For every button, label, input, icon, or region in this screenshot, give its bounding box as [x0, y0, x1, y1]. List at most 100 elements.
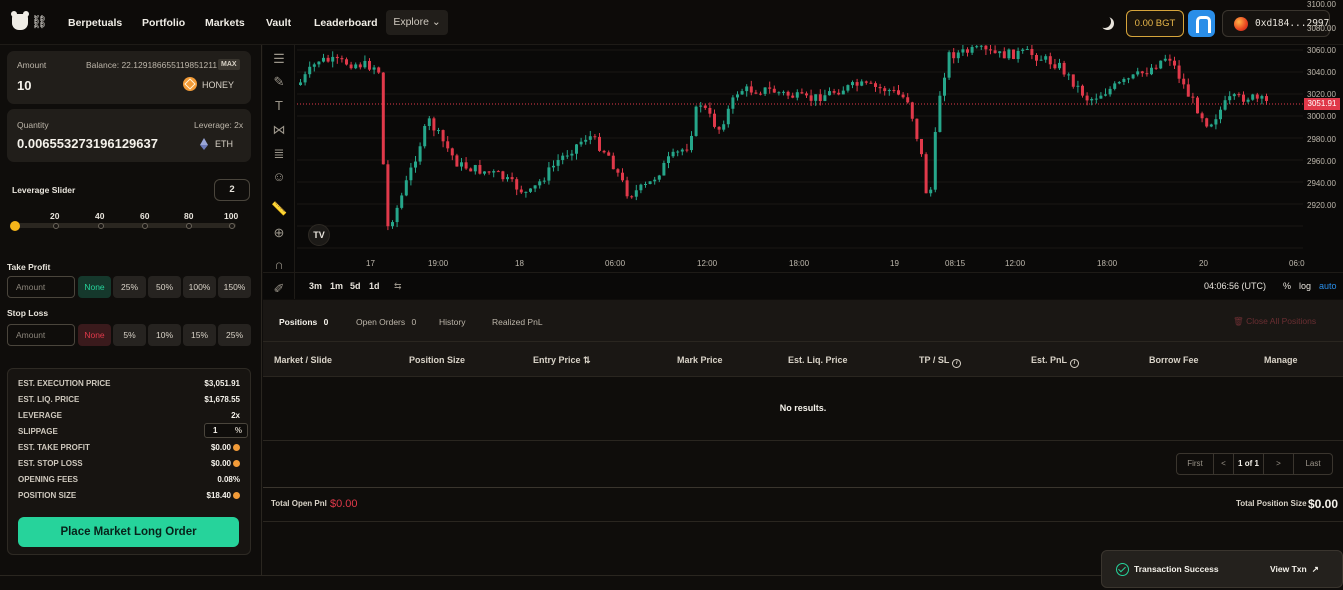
brush-tool-icon[interactable]: ✎ [271, 74, 287, 90]
x-tick: 17 [366, 259, 375, 268]
view-txn-link[interactable]: View Txn ↗ [1270, 564, 1319, 575]
percent-scale-toggle[interactable]: % [1283, 281, 1291, 291]
tp-50-button[interactable]: 50% [148, 276, 181, 298]
fib-tool-icon[interactable]: ≣ [271, 146, 287, 162]
tab-open-orders[interactable]: Open Orders 0 [356, 317, 416, 327]
take-profit-input[interactable]: Amount [7, 276, 75, 298]
take-profit-label: Take Profit [7, 262, 51, 272]
candle-body [446, 141, 450, 149]
tab-positions[interactable]: Positions 0 [279, 317, 328, 327]
tab-realized-pnl[interactable]: Realized PnL [492, 317, 543, 327]
utc-clock[interactable]: 04:06:56 (UTC) [1204, 281, 1266, 291]
pattern-tool-icon[interactable]: ⋈ [271, 122, 287, 138]
candle-body [1209, 124, 1213, 127]
candle-body [1205, 118, 1209, 127]
sl-10-button[interactable]: 10% [148, 324, 181, 346]
ruler-tool-icon[interactable]: 📏 [271, 201, 287, 217]
max-button[interactable]: MAX [218, 59, 240, 70]
sl-25-button[interactable]: 25% [218, 324, 251, 346]
page-last-button[interactable]: Last [1294, 454, 1332, 474]
nav-berpetuals[interactable]: Berpetuals [68, 17, 122, 29]
auto-scale-toggle[interactable]: auto [1319, 281, 1337, 291]
slider-step[interactable] [53, 223, 59, 229]
tradingview-logo-icon[interactable]: TV [308, 224, 330, 246]
tf-1d[interactable]: 1d [369, 281, 380, 291]
log-scale-toggle[interactable]: log [1299, 281, 1311, 291]
tab-history[interactable]: History [439, 317, 465, 327]
slider-step[interactable] [229, 223, 235, 229]
amount-card[interactable]: Amount Balance: 22.129186655119851211 MA… [7, 51, 251, 104]
quantity-value[interactable]: 0.006553273196129637 [17, 136, 158, 151]
candle-body [1016, 50, 1020, 59]
summary-row: POSITION SIZE $18.40 [18, 491, 240, 500]
sl-5-button[interactable]: 5% [113, 324, 146, 346]
slider-tick-20: 20 [50, 211, 60, 221]
emoji-tool-icon[interactable]: ☺ [271, 169, 287, 185]
nav-leaderboard[interactable]: Leaderboard [314, 17, 378, 29]
candle-body [892, 90, 896, 92]
leverage-slider-track[interactable] [12, 223, 236, 228]
candle-body [639, 184, 643, 191]
zoom-tool-icon[interactable]: ⊕ [271, 225, 287, 241]
page-prev-button[interactable]: < [1214, 454, 1234, 474]
candle-body [1094, 98, 1098, 100]
slider-step[interactable] [186, 223, 192, 229]
candle-body [1122, 78, 1126, 83]
quantity-card[interactable]: Quantity Leverage: 2x 0.0065532731961296… [7, 109, 251, 162]
app-launcher-icon[interactable] [1188, 10, 1215, 37]
bgt-balance-button[interactable]: 0.00 BGT [1126, 10, 1184, 37]
slider-step[interactable] [142, 223, 148, 229]
tp-150-button[interactable]: 150% [218, 276, 251, 298]
page-next-button[interactable]: > [1264, 454, 1294, 474]
magnet-tool-icon[interactable]: ∩ [271, 257, 287, 273]
candle-body [864, 81, 868, 83]
candle-body [1039, 59, 1043, 61]
candle-body [556, 160, 560, 166]
tf-3m[interactable]: 3m [309, 281, 322, 291]
y-tick: 3000.00 [1307, 112, 1336, 121]
slippage-input[interactable]: 1 % [204, 423, 248, 438]
amount-value[interactable]: 10 [17, 78, 31, 93]
moon-icon[interactable] [1101, 17, 1114, 30]
candle-body [694, 106, 698, 136]
slider-tick-60: 60 [140, 211, 150, 221]
bear-logo-icon[interactable] [11, 11, 29, 30]
tp-25-button[interactable]: 25% [113, 276, 146, 298]
candle-body [915, 118, 919, 139]
candle-body [340, 58, 344, 60]
place-order-button[interactable]: Place Market Long Order [18, 517, 239, 547]
amount-label: Amount [17, 60, 47, 70]
nav-markets[interactable]: Markets [205, 17, 245, 29]
x-tick: 20 [1199, 259, 1208, 268]
nav-portfolio[interactable]: Portfolio [142, 17, 185, 29]
tp-none-button[interactable]: None [78, 276, 111, 298]
quantity-token: ETH [215, 139, 233, 149]
eth-icon [200, 138, 209, 150]
candlestick-plot[interactable] [297, 45, 1303, 255]
stop-loss-input[interactable]: Amount [7, 324, 75, 346]
candle-body [791, 95, 795, 98]
close-all-positions-button[interactable]: 🗑 Close All Positions [1233, 316, 1316, 327]
y-tick: 2960.00 [1307, 157, 1336, 166]
leverage-input[interactable]: 2 [214, 179, 250, 201]
page-indicator: 1 of 1 [1234, 454, 1264, 474]
explore-dropdown[interactable]: Explore ⌄ [386, 10, 448, 35]
nav-vault[interactable]: Vault [266, 17, 291, 29]
date-range-icon[interactable]: ⇆ [394, 281, 402, 292]
lines-tool-icon[interactable]: ☰ [271, 51, 287, 67]
tf-5d[interactable]: 5d [350, 281, 361, 291]
y-tick: 2940.00 [1307, 179, 1336, 188]
text-tool-icon[interactable]: T [271, 98, 287, 114]
slider-step[interactable] [98, 223, 104, 229]
tp-100-button[interactable]: 100% [183, 276, 216, 298]
summary-row: EST. TAKE PROFIT $0.00 [18, 443, 240, 452]
page-first-button[interactable]: First [1177, 454, 1214, 474]
sl-none-button[interactable]: None [78, 324, 111, 346]
leverage-slider-thumb[interactable] [10, 221, 20, 231]
tf-1m[interactable]: 1m [330, 281, 343, 291]
candle-body [299, 82, 302, 85]
col-entry-price[interactable]: Entry Price ⇅ [533, 355, 591, 366]
candle-body [1255, 94, 1259, 99]
candle-body [805, 93, 808, 96]
sl-15-button[interactable]: 15% [183, 324, 216, 346]
